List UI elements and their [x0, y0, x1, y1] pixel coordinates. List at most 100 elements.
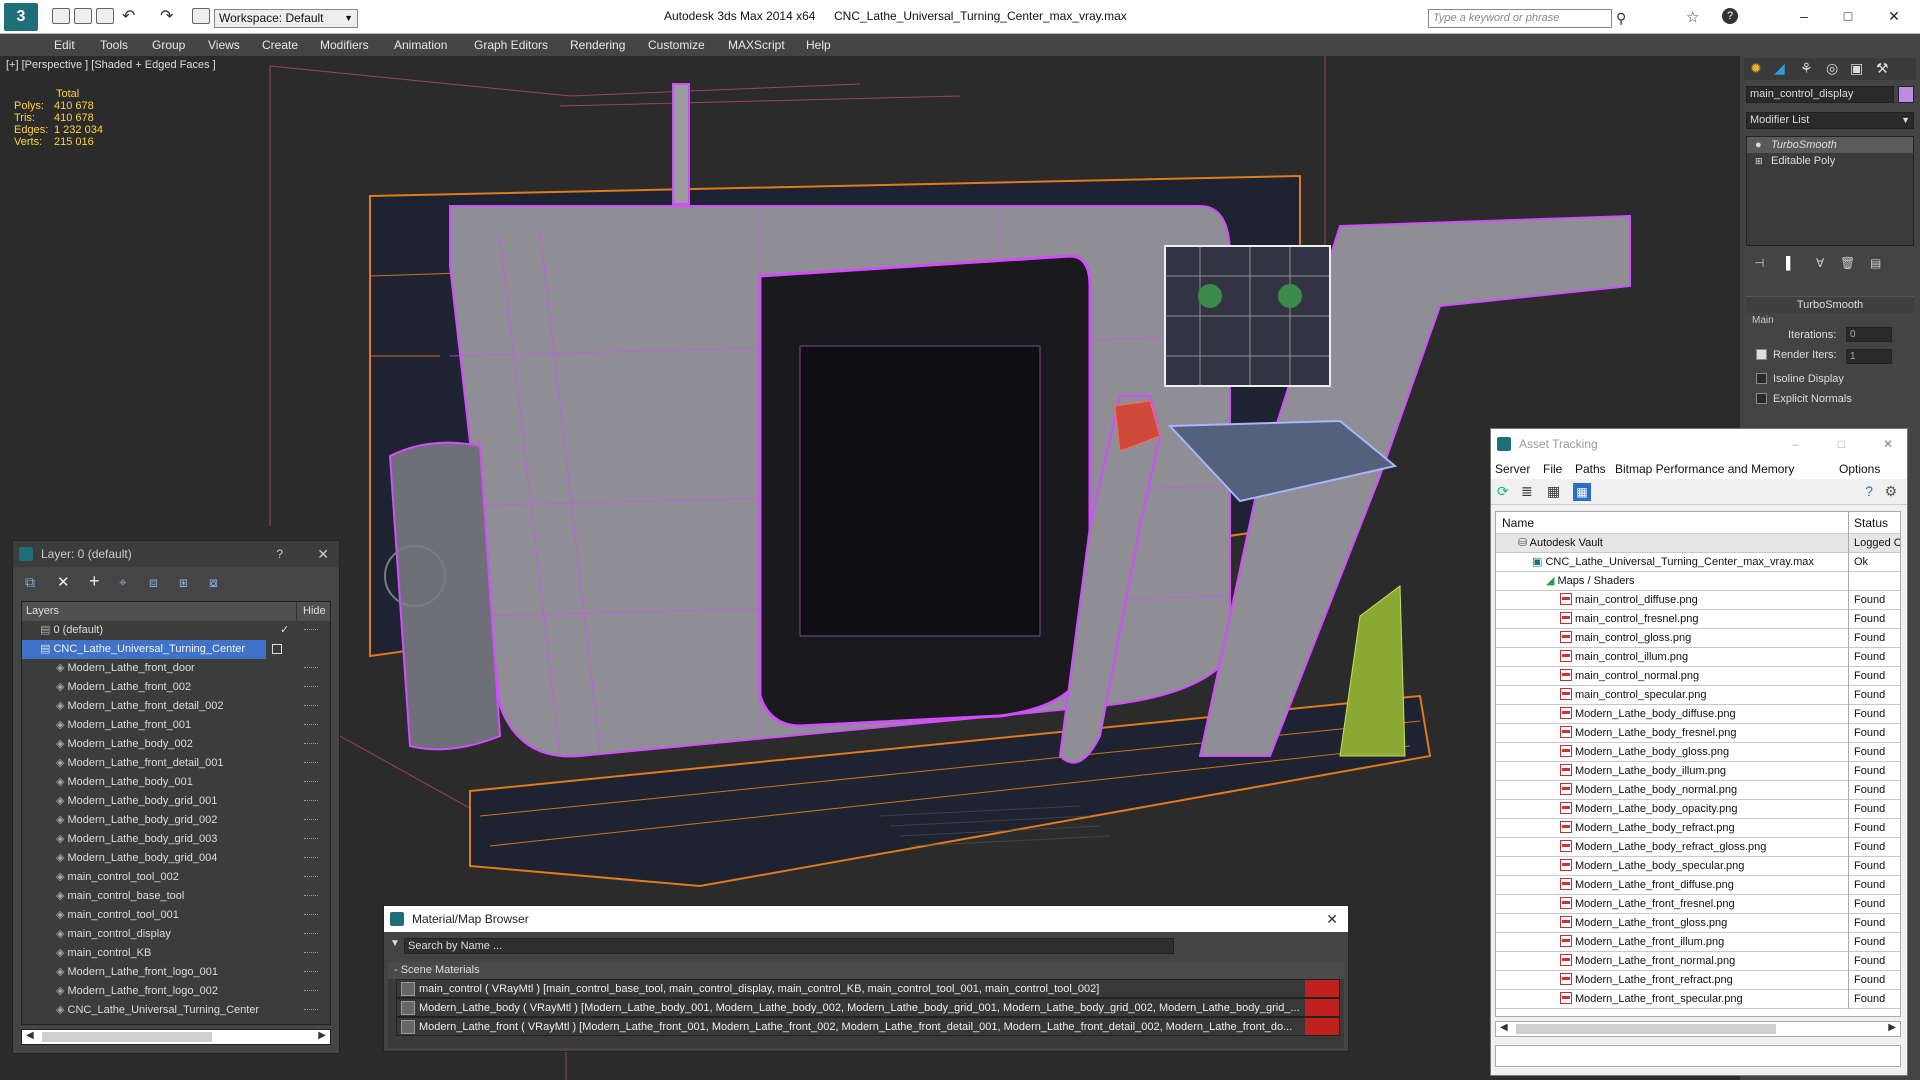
scene-materials-section[interactable]: - Scene Materials — [388, 962, 1344, 979]
freeze-all-icon[interactable]: ⧇ — [209, 574, 218, 591]
close-icon[interactable]: ✕ — [317, 541, 329, 567]
hide-toggle[interactable] — [304, 819, 318, 821]
grid-view-icon[interactable]: ▦ — [1573, 483, 1591, 501]
motion-tab-icon[interactable]: ◎ — [1826, 60, 1838, 77]
object-row[interactable]: ◈ Modern_Lathe_body_001 — [22, 773, 330, 792]
asset-hscrollbar[interactable]: ◀ ▶ — [1495, 1021, 1901, 1037]
list-view-icon[interactable]: ≣ — [1521, 483, 1533, 500]
map-row[interactable]: main_control_illum.png Found — [1496, 648, 1900, 667]
show-end-result-icon[interactable]: ▌ — [1786, 256, 1795, 270]
expand-icon[interactable]: ⊞ — [1755, 153, 1763, 169]
col-status-header[interactable]: Status — [1848, 512, 1900, 534]
material-row[interactable]: main_control ( VRayMtl ) [main_control_b… — [396, 979, 1340, 998]
menu-create[interactable]: Create — [262, 38, 298, 52]
minimize-icon[interactable]: – — [1794, 6, 1814, 26]
hide-toggle[interactable] — [304, 762, 318, 764]
scroll-left-icon[interactable]: ◀ — [26, 1030, 34, 1041]
vault-row[interactable]: ⛁ Autodesk Vault Logged Ou — [1496, 534, 1900, 553]
highlight-icon[interactable]: ⧈ — [149, 574, 158, 591]
menu-group[interactable]: Group — [152, 38, 185, 52]
hide-toggle[interactable] — [304, 800, 318, 802]
modifier-list-dropdown[interactable]: Modifier List ▼ — [1746, 112, 1914, 129]
map-row[interactable]: Modern_Lathe_front_refract.png Found — [1496, 971, 1900, 990]
star-icon[interactable]: ☆ — [1686, 8, 1699, 26]
menu-tools[interactable]: Tools — [100, 38, 128, 52]
close-icon[interactable]: ✕ — [1326, 906, 1338, 932]
material-row[interactable]: Modern_Lathe_front ( VRayMtl ) [Modern_L… — [396, 1017, 1340, 1036]
hierarchy-tab-icon[interactable]: ⚘ — [1800, 60, 1813, 77]
search-input[interactable]: Type a keyword or phrase — [1428, 9, 1612, 28]
hide-toggle[interactable] — [304, 914, 318, 916]
rollout-title[interactable]: TurboSmooth — [1746, 297, 1914, 313]
hide-toggle[interactable] — [304, 1009, 318, 1011]
asset-tracking-header[interactable]: Asset Tracking – □ ✕ — [1491, 429, 1907, 459]
render-iters-checkbox[interactable] — [1756, 349, 1767, 360]
map-row[interactable]: main_control_diffuse.png Found — [1496, 591, 1900, 610]
delete-layer-icon[interactable]: ✕ — [57, 573, 70, 591]
map-row[interactable]: main_control_gloss.png Found — [1496, 629, 1900, 648]
hide-toggle[interactable] — [304, 781, 318, 783]
menu-maxscript[interactable]: MAXScript — [728, 38, 785, 52]
menu-rendering[interactable]: Rendering — [570, 38, 625, 52]
asset-menu-paths[interactable]: Paths — [1575, 459, 1606, 479]
object-row[interactable]: ◈ main_control_tool_002 — [22, 868, 330, 887]
stack-item-editable-poly[interactable]: ⊞ Editable Poly — [1747, 153, 1913, 169]
table-view-icon[interactable]: ▦ — [1547, 483, 1560, 500]
select-objects-icon[interactable]: ⌖ — [119, 574, 127, 591]
object-row[interactable]: ◈ main_control_tool_001 — [22, 906, 330, 925]
map-row[interactable]: main_control_normal.png Found — [1496, 667, 1900, 686]
map-row[interactable]: Modern_Lathe_body_refract_gloss.png Found — [1496, 838, 1900, 857]
map-row[interactable]: Modern_Lathe_body_refract.png Found — [1496, 819, 1900, 838]
modify-tab-icon[interactable]: ◢ — [1774, 60, 1785, 77]
map-row[interactable]: Modern_Lathe_body_gloss.png Found — [1496, 743, 1900, 762]
refresh-icon[interactable]: ⟳ — [1497, 483, 1509, 500]
object-row[interactable]: ◈ main_control_display — [22, 925, 330, 944]
hide-toggle[interactable] — [304, 857, 318, 859]
pin-stack-icon[interactable]: ⊣ — [1754, 256, 1764, 270]
folder-row[interactable]: ◢ Maps / Shaders — [1496, 572, 1900, 591]
hide-toggle[interactable] — [304, 933, 318, 935]
current-layer-box[interactable] — [272, 644, 282, 654]
asset-path-field[interactable] — [1495, 1045, 1901, 1067]
app-logo[interactable]: 3 — [4, 3, 38, 31]
object-row[interactable]: ◈ Modern_Lathe_body_grid_004 — [22, 849, 330, 868]
scroll-right-icon[interactable]: ▶ — [1888, 1022, 1896, 1033]
new-layer-icon[interactable]: + — [89, 571, 100, 592]
object-row[interactable]: ◈ Modern_Lathe_body_002 — [22, 735, 330, 754]
hide-toggle[interactable] — [304, 724, 318, 726]
map-row[interactable]: Modern_Lathe_body_specular.png Found — [1496, 857, 1900, 876]
map-row[interactable]: Modern_Lathe_body_fresnel.png Found — [1496, 724, 1900, 743]
hide-toggle[interactable] — [304, 667, 318, 669]
scroll-right-icon[interactable]: ▶ — [318, 1030, 326, 1041]
object-row[interactable]: ◈ Modern_Lathe_front_door — [22, 659, 330, 678]
hide-toggle[interactable] — [304, 895, 318, 897]
stack-item-turbosmooth[interactable]: ● TurboSmooth — [1747, 137, 1913, 153]
minimize-icon[interactable]: – — [1792, 429, 1799, 459]
map-row[interactable]: Modern_Lathe_front_fresnel.png Found — [1496, 895, 1900, 914]
object-row[interactable]: ◈ CNC_Lathe_Universal_Turning_Center — [22, 1001, 330, 1020]
object-row[interactable]: ◈ Modern_Lathe_front_detail_001 — [22, 754, 330, 773]
object-row[interactable]: ◈ Modern_Lathe_body_grid_003 — [22, 830, 330, 849]
menu-views[interactable]: Views — [208, 38, 240, 52]
utilities-tab-icon[interactable]: ⚒ — [1876, 60, 1889, 77]
help-icon[interactable]: ? — [1865, 483, 1873, 499]
map-row[interactable]: Modern_Lathe_body_normal.png Found — [1496, 781, 1900, 800]
asset-menu-options[interactable]: Options — [1839, 459, 1880, 479]
configure-sets-icon[interactable]: ▤ — [1870, 256, 1881, 270]
redo-icon[interactable]: ↷ — [160, 6, 173, 26]
binoculars-icon[interactable]: ⚲ — [1616, 10, 1626, 27]
asset-menu-server[interactable]: Server — [1495, 459, 1530, 479]
render-iters-spinner[interactable]: 1 — [1846, 349, 1892, 364]
project-folder-icon[interactable] — [192, 8, 210, 24]
material-row[interactable]: Modern_Lathe_body ( VRayMtl ) [Modern_La… — [396, 998, 1340, 1017]
save-file-icon[interactable] — [96, 8, 114, 24]
maximize-icon[interactable]: □ — [1838, 429, 1845, 459]
hide-all-icon[interactable]: ⧆ — [179, 574, 188, 591]
map-row[interactable]: Modern_Lathe_front_specular.png Found — [1496, 990, 1900, 1009]
hide-toggle[interactable] — [304, 876, 318, 878]
help-icon[interactable]: ? — [1722, 8, 1738, 24]
map-row[interactable]: Modern_Lathe_front_normal.png Found — [1496, 952, 1900, 971]
scrollbar-thumb[interactable] — [1516, 1024, 1776, 1034]
object-color-swatch[interactable] — [1898, 86, 1914, 103]
iterations-spinner[interactable]: 0 — [1846, 327, 1892, 342]
